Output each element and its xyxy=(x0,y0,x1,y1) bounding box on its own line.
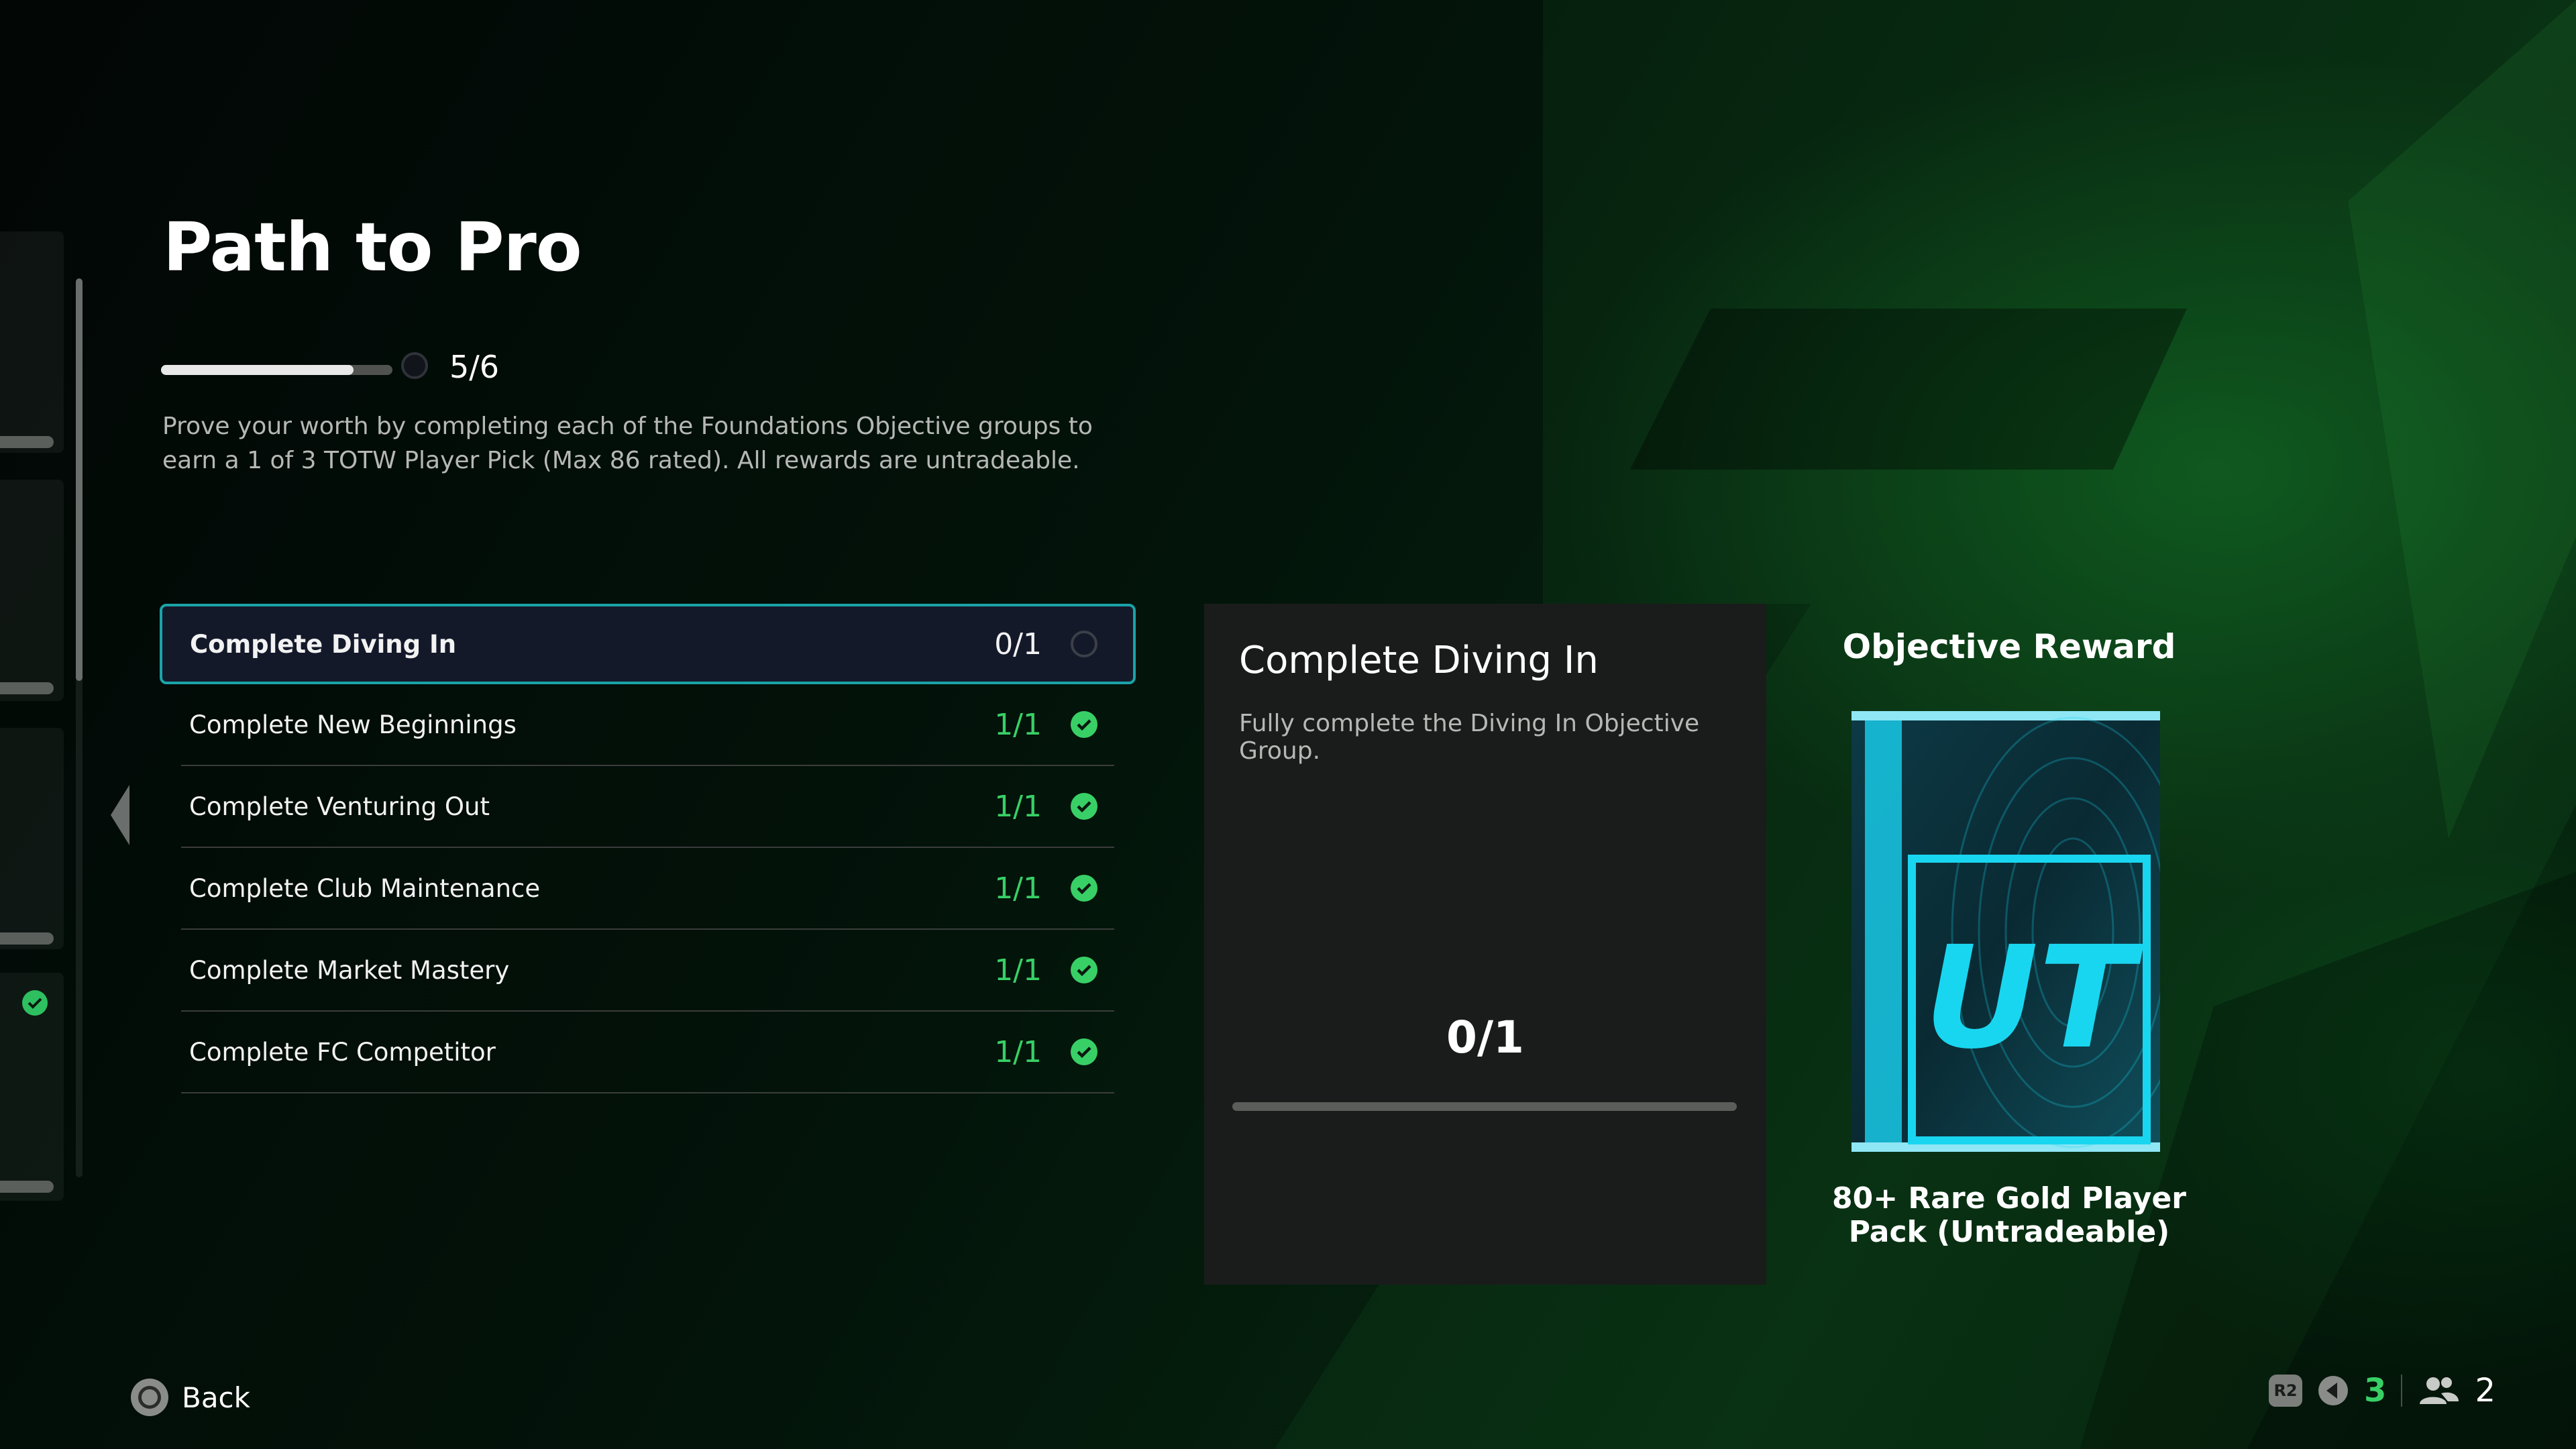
check-circle-icon xyxy=(1071,793,1097,820)
reward-name-line2: Pack (Untradeable) xyxy=(1848,1215,2170,1249)
check-circle-icon xyxy=(1071,711,1097,738)
pack-logo: UT xyxy=(1924,916,2145,1080)
carousel-card-bar xyxy=(0,436,54,448)
detail-description: Fully complete the Diving In Objective G… xyxy=(1239,710,1700,765)
group-progress-fill xyxy=(161,365,354,375)
hud-count-a: 3 xyxy=(2364,1372,2387,1409)
friends-icon xyxy=(2420,1377,2459,1404)
objective-row-fc-competitor[interactable]: Complete FC Competitor 1/1 xyxy=(181,1012,1114,1093)
objective-count: 1/1 xyxy=(994,707,1042,742)
objective-count: 1/1 xyxy=(994,1034,1042,1069)
back-control[interactable]: Back xyxy=(131,1379,250,1416)
objective-row-club-maintenance[interactable]: Complete Club Maintenance 1/1 xyxy=(181,848,1114,930)
circle-button-icon xyxy=(131,1379,168,1416)
carousel-card[interactable] xyxy=(0,728,64,949)
objective-detail-panel: Complete Diving In Fully complete the Di… xyxy=(1204,604,1766,1285)
objective-row-diving-in[interactable]: Complete Diving In 0/1 xyxy=(160,604,1136,684)
carousel-card[interactable] xyxy=(0,231,64,453)
hud-count-b: 2 xyxy=(2475,1372,2496,1409)
objective-notification-icon xyxy=(2318,1376,2349,1405)
objective-label: Complete Market Mastery xyxy=(189,955,510,985)
chevron-left-icon[interactable] xyxy=(111,785,129,845)
detail-progress-count: 0/1 xyxy=(1446,1012,1524,1063)
reward-name: 80+ Rare Gold Player Pack (Untradeable) xyxy=(1811,1182,2207,1249)
left-carousel xyxy=(0,231,67,1204)
check-circle-icon xyxy=(1071,1038,1097,1065)
carousel-card[interactable] xyxy=(0,480,64,701)
hud-separator xyxy=(2401,1375,2403,1407)
carousel-card-bar xyxy=(0,932,54,945)
hud-status: R2 3 2 xyxy=(2269,1372,2496,1409)
objective-row-venturing-out[interactable]: Complete Venturing Out 1/1 xyxy=(181,766,1114,848)
reward-heading: Objective Reward xyxy=(1842,627,2176,666)
check-circle-icon xyxy=(1071,957,1097,983)
check-icon xyxy=(22,990,48,1016)
objective-count: 0/1 xyxy=(994,627,1042,661)
scrollbar-thumb[interactable] xyxy=(76,278,83,681)
player-pack-image[interactable]: UT xyxy=(1851,711,2160,1152)
objective-label: Complete Club Maintenance xyxy=(189,873,541,903)
detail-progress-bar xyxy=(1232,1102,1737,1111)
group-progress-bar xyxy=(161,365,392,375)
carousel-card-bar xyxy=(0,682,54,694)
group-description: Prove your worth by completing each of t… xyxy=(162,413,1093,474)
incomplete-circle-icon xyxy=(1071,631,1097,657)
objective-row-new-beginnings[interactable]: Complete New Beginnings 1/1 xyxy=(181,684,1114,766)
objective-label: Complete FC Competitor xyxy=(189,1037,496,1067)
objective-row-market-mastery[interactable]: Complete Market Mastery 1/1 xyxy=(181,930,1114,1012)
reward-name-line1: 80+ Rare Gold Player xyxy=(1832,1181,2186,1216)
page-title: Path to Pro xyxy=(163,208,582,286)
objective-label: Complete Venturing Out xyxy=(189,792,490,821)
carousel-card-bar xyxy=(0,1181,54,1193)
progress-end-marker xyxy=(401,352,428,379)
detail-title: Complete Diving In xyxy=(1239,639,1599,682)
back-label: Back xyxy=(182,1381,250,1414)
objective-count: 1/1 xyxy=(994,871,1042,906)
group-progress-label: 5/6 xyxy=(449,349,500,385)
objective-label: Complete Diving In xyxy=(190,629,457,659)
objective-list: Complete Diving In 0/1 Complete New Begi… xyxy=(160,604,1136,1093)
r2-button-icon: R2 xyxy=(2269,1375,2303,1407)
objective-count: 1/1 xyxy=(994,953,1042,987)
objective-label: Complete New Beginnings xyxy=(189,710,517,739)
objective-count: 1/1 xyxy=(994,789,1042,824)
check-circle-icon xyxy=(1071,875,1097,902)
